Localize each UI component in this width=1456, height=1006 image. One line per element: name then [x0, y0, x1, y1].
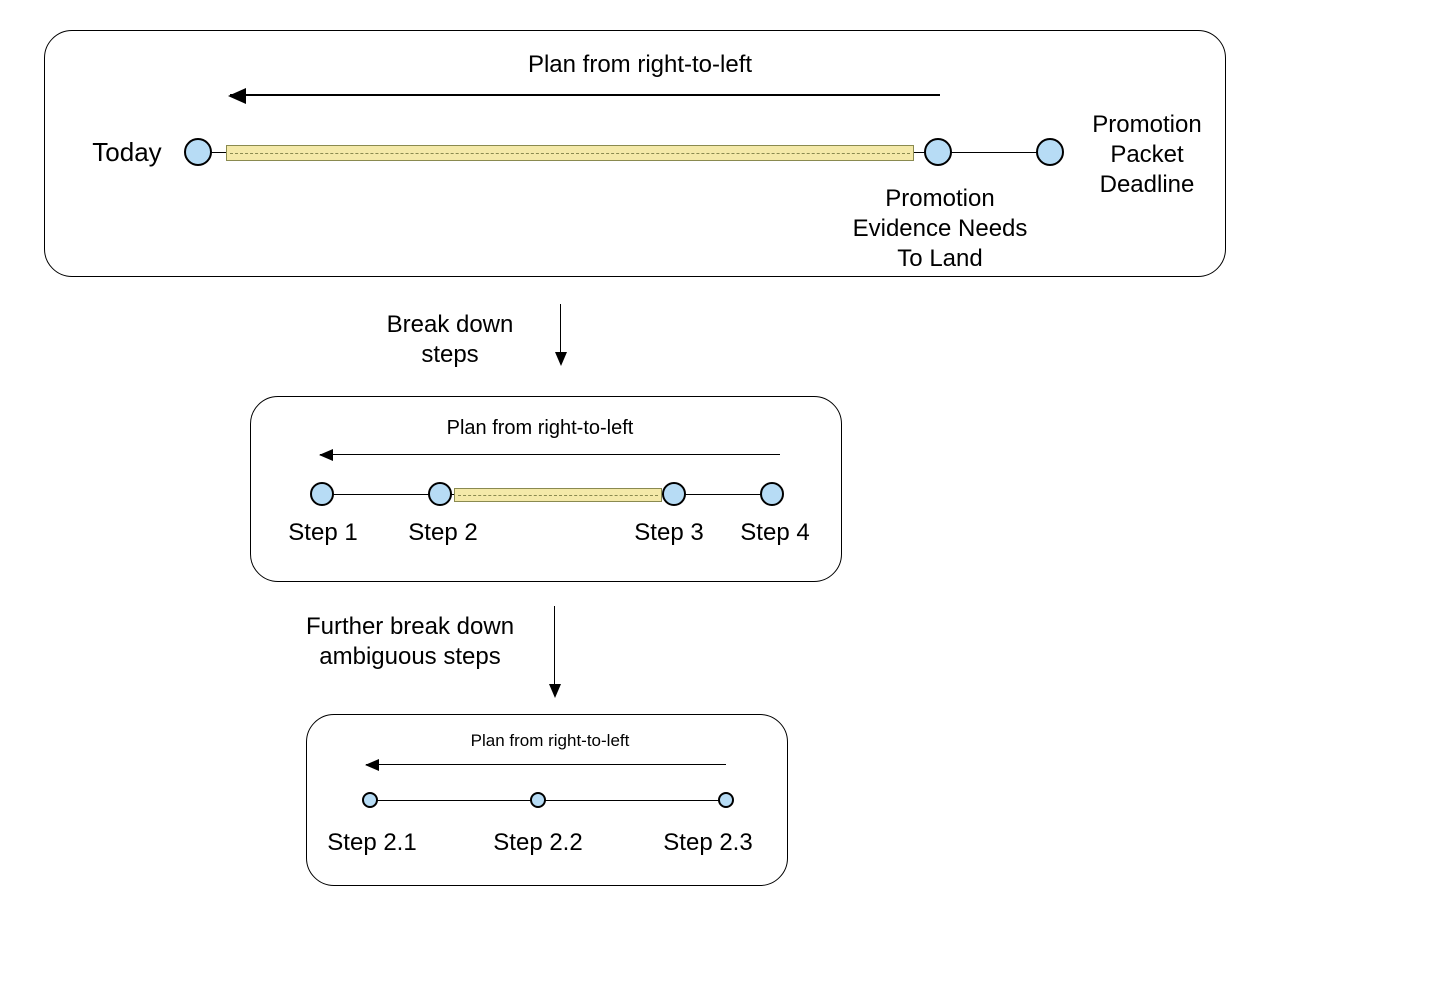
connector1-caption: Break down steps — [350, 310, 550, 370]
diagram-root: Plan from right-to-left Today Promotion … — [0, 0, 1456, 1006]
panel2-node-step4 — [760, 482, 784, 506]
panel1-label-evidence: Promotion Evidence Needs To Land — [830, 184, 1050, 274]
panel2-node-step1 — [310, 482, 334, 506]
panel3-node-step22 — [530, 792, 546, 808]
panel2-label-step1: Step 1 — [268, 518, 378, 548]
panel2-arrow-caption: Plan from right-to-left — [400, 416, 680, 441]
panel2-rtl-arrow — [320, 454, 780, 455]
connector2-caption: Further break down ambiguous steps — [280, 612, 540, 672]
panel3-node-step23 — [718, 792, 734, 808]
panel1-node-evidence — [924, 138, 952, 166]
panel2-label-step2: Step 2 — [388, 518, 498, 548]
panel1-node-today — [184, 138, 212, 166]
panel2-node-step3 — [662, 482, 686, 506]
connector2-arrow — [554, 606, 555, 696]
panel3-arrow-caption: Plan from right-to-left — [420, 730, 680, 751]
panel1-node-deadline — [1036, 138, 1064, 166]
panel1-arrow-caption: Plan from right-to-left — [380, 50, 900, 80]
panel3-label-step23: Step 2.3 — [648, 828, 768, 858]
panel2-label-step4: Step 4 — [720, 518, 830, 548]
panel1-label-today: Today — [72, 136, 182, 169]
panel3-timeline — [370, 800, 728, 801]
panel1-rtl-arrow — [230, 94, 940, 96]
panel3-label-step22: Step 2.2 — [478, 828, 598, 858]
connector1-arrow — [560, 304, 561, 364]
panel1-label-deadline: Promotion Packet Deadline — [1072, 110, 1222, 200]
panel3-node-step21 — [362, 792, 378, 808]
panel2-node-step2 — [428, 482, 452, 506]
panel3-rtl-arrow — [366, 764, 726, 765]
panel3-label-step21: Step 2.1 — [312, 828, 432, 858]
panel2-label-step3: Step 3 — [614, 518, 724, 548]
panel1-highlight — [226, 145, 914, 161]
panel2-highlight — [454, 488, 662, 502]
